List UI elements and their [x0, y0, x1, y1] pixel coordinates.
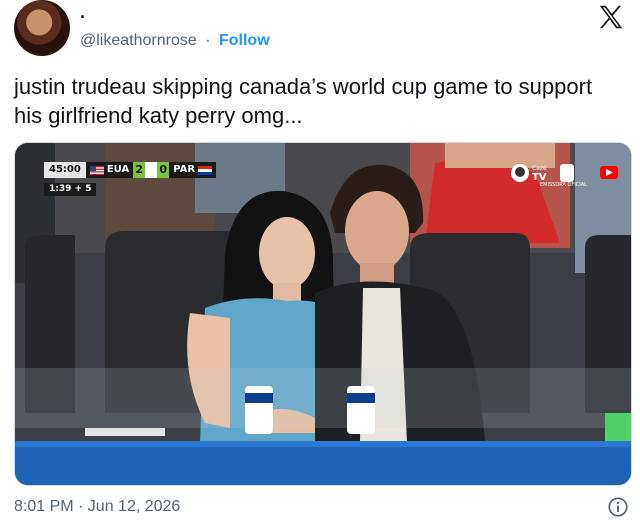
home-score: 2 [133, 162, 146, 178]
tweet-text: justin trudeau skipping canada’s world c… [14, 74, 593, 128]
broadcaster-tag: EMISSORA OFICIAL [540, 182, 587, 188]
avatar[interactable] [14, 0, 70, 56]
usa-flag-icon [89, 165, 104, 175]
svg-text:Cazé: Cazé [532, 165, 547, 172]
follow-button[interactable]: Follow [219, 32, 270, 49]
home-team: EUA [85, 162, 134, 178]
tweet-timestamp[interactable]: 8:01 PM · Jun 12, 2026 [14, 498, 180, 516]
away-team-label: PAR [173, 164, 196, 175]
scorebug: 45:00 EUA 2 0 PAR 1:39 + 5 [44, 162, 217, 196]
info-icon[interactable] [607, 496, 629, 518]
stoppage-time: 1:39 + 5 [44, 183, 97, 196]
match-clock: 45:00 [44, 162, 86, 178]
handle-row: @likeathornrose · Follow [80, 32, 270, 50]
home-team-label: EUA [106, 164, 130, 175]
display-name[interactable]: . [80, 2, 85, 23]
tournament-logo-icon [145, 162, 158, 178]
broadcaster-watermark: Cazé TV EMISSORA OFICIAL [510, 160, 620, 192]
x-logo-icon[interactable] [596, 2, 626, 32]
separator-dot: · [205, 32, 211, 49]
away-team: PAR [169, 162, 217, 178]
away-score: 0 [157, 162, 170, 178]
tweet-header: . @likeathornrose · Follow [14, 0, 626, 58]
user-handle[interactable]: @likeathornrose [80, 32, 197, 49]
paraguay-flag-icon [198, 165, 213, 175]
